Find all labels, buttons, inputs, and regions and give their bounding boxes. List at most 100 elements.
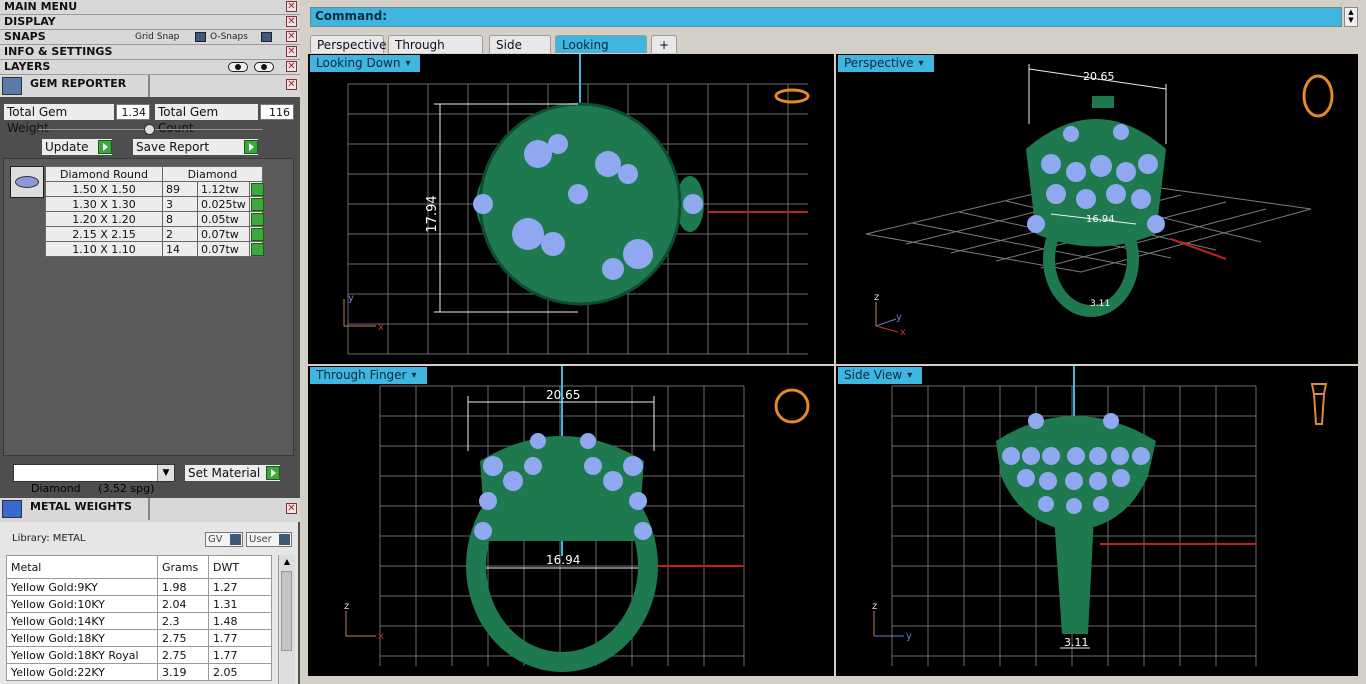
- update-label: Update: [45, 140, 89, 154]
- dimension-label: 17.94: [425, 195, 440, 232]
- menu-info-settings[interactable]: INFO & SETTINGS ✕: [0, 45, 300, 60]
- scroll-up-icon[interactable]: ▲: [279, 555, 295, 569]
- menu-display-label: DISPLAY: [4, 15, 56, 28]
- update-button[interactable]: Update: [42, 139, 112, 155]
- chevron-down-icon[interactable]: ▼: [157, 465, 174, 481]
- command-scroll[interactable]: ▲ ▼: [1344, 7, 1358, 27]
- menu-main[interactable]: MAIN MENU ✕: [0, 0, 300, 15]
- table-row[interactable]: Yellow Gold:14KY 2.3 1.48: [6, 612, 272, 630]
- user-toggle[interactable]: User: [246, 532, 292, 547]
- row-action-button[interactable]: [248, 211, 264, 227]
- toggle-icon: [230, 534, 241, 545]
- menu-display[interactable]: DISPLAY ✕: [0, 15, 300, 30]
- table-row[interactable]: Yellow Gold:18KY 2.75 1.77: [6, 629, 272, 647]
- metal-weights-header: METAL WEIGHTS ✕: [0, 498, 300, 522]
- close-icon[interactable]: ✕: [286, 503, 297, 514]
- dimension-label: 3.11: [1064, 636, 1089, 649]
- viewport-label-perspective[interactable]: Perspective: [838, 55, 934, 72]
- close-icon[interactable]: ✕: [286, 1, 297, 12]
- gem-material-header: Diamond: [162, 166, 263, 182]
- metal-weights-table: Metal Grams DWT Yellow Gold:9KY 1.98 1.27 …: [6, 555, 272, 681]
- set-material-button[interactable]: Set Material: [185, 465, 280, 481]
- total-gem-count-value: 116: [260, 104, 294, 120]
- tab-side-view[interactable]: Side View: [489, 35, 551, 70]
- table-row[interactable]: Yellow Gold:9KY 1.98 1.27: [6, 578, 272, 596]
- add-tab-button[interactable]: +: [651, 35, 677, 53]
- close-icon[interactable]: ✕: [286, 79, 297, 90]
- menu-layers-label: LAYERS: [4, 60, 51, 73]
- material-select[interactable]: Diamond (3.52 spg) ▼: [13, 464, 175, 495]
- save-report-button[interactable]: Save Report: [133, 139, 258, 155]
- side-view-scene: 3.11 z y: [872, 366, 1328, 666]
- eye-icon[interactable]: [254, 62, 274, 72]
- total-gem-weight-label: Total Gem Weight: [4, 104, 114, 135]
- scroll-up-icon[interactable]: ▲: [1345, 8, 1357, 16]
- menu-layers[interactable]: LAYERS ✕: [0, 60, 300, 75]
- row-action-button[interactable]: [248, 241, 264, 257]
- material-select-value: Diamond (3.52 spg): [31, 482, 155, 495]
- dimension-label: 3.11: [1090, 299, 1110, 309]
- table-row[interactable]: 1.50 X 1.50 89 1.12tw: [45, 181, 264, 197]
- table-row[interactable]: Yellow Gold:18KY Royal 2.75 1.77: [6, 646, 272, 664]
- scrollbar[interactable]: ▲: [278, 555, 295, 684]
- menu-snaps[interactable]: SNAPS Grid Snap O-Snaps ✕: [0, 30, 300, 45]
- scrollbar-thumb[interactable]: [281, 571, 292, 651]
- gv-label: GV: [208, 534, 223, 545]
- ring-orientation-icon: [1302, 74, 1334, 118]
- viewport-label-looking-down[interactable]: Looking Down: [310, 55, 421, 72]
- ring-orientation-icon: [774, 88, 810, 104]
- tab-looking-down[interactable]: Looking Down: [555, 35, 647, 70]
- close-icon[interactable]: ✕: [286, 31, 297, 42]
- table-row[interactable]: Yellow Gold:10KY 2.04 1.31: [6, 595, 272, 613]
- viewport-through-finger[interactable]: 20.65 16.94 z x Through Finger: [308, 366, 834, 676]
- o-snaps-toggle-icon[interactable]: [261, 32, 272, 42]
- axis-z-label: z: [872, 601, 877, 612]
- library-label: Library: METAL: [12, 533, 86, 544]
- axis-y-label: y: [896, 312, 902, 323]
- row-action-button[interactable]: [248, 181, 264, 197]
- ring-orientation-icon: [1310, 383, 1328, 425]
- ring-orientation-icon: [774, 388, 810, 424]
- table-row[interactable]: 1.30 X 1.30 3 0.025tw: [45, 196, 264, 212]
- scroll-down-icon[interactable]: ▼: [1345, 16, 1357, 24]
- metal-weights-title: METAL WEIGHTS: [30, 500, 132, 513]
- row-action-button[interactable]: [248, 196, 264, 212]
- row-action-button[interactable]: [248, 226, 264, 242]
- viewport-looking-down[interactable]: 17.94 y x Looking Down: [308, 54, 834, 364]
- tab-through-finger[interactable]: Through Finger: [388, 35, 483, 70]
- grams-column-header: Grams: [157, 555, 209, 579]
- table-row[interactable]: 1.20 X 1.20 8 0.05tw: [45, 211, 264, 227]
- gv-toggle[interactable]: GV: [205, 532, 243, 547]
- o-snaps-label: O-Snaps: [210, 32, 248, 42]
- metal-weights-icon: [2, 500, 22, 518]
- close-icon[interactable]: ✕: [286, 16, 297, 27]
- table-row[interactable]: 1.10 X 1.10 14 0.07tw: [45, 241, 264, 257]
- looking-down-scene: 17.94 y x: [343, 54, 810, 355]
- close-icon[interactable]: ✕: [286, 46, 297, 57]
- perspective-scene: 20.65 16.94 3.11 z y x: [865, 64, 1334, 338]
- main-area: Command: ▲ ▼ Perspective Through Finger …: [302, 0, 1366, 684]
- table-row[interactable]: 2.15 X 2.15 2 0.07tw: [45, 226, 264, 242]
- viewport-perspective[interactable]: 20.65 16.94 3.11 z y x Perspective: [836, 54, 1358, 364]
- viewport-side-view[interactable]: 3.11 z y Side View: [836, 366, 1358, 676]
- eye-closed-icon[interactable]: [228, 62, 248, 72]
- user-label: User: [249, 534, 272, 545]
- axis-x-label: x: [378, 322, 384, 333]
- toggle-icon: [279, 534, 290, 545]
- diamond-round-icon[interactable]: [10, 166, 44, 198]
- command-bar[interactable]: Command:: [310, 7, 1342, 27]
- play-icon: [98, 140, 112, 154]
- gem-reporter-icon: [2, 77, 22, 95]
- gem-reporter-header: GEM REPORTER ✕: [0, 75, 300, 97]
- dimension-label: 16.94: [546, 553, 580, 567]
- close-icon[interactable]: ✕: [286, 61, 297, 72]
- through-finger-scene: 20.65 16.94 z x: [344, 366, 810, 672]
- table-row[interactable]: Yellow Gold:22KY 3.19 2.05: [6, 663, 272, 681]
- viewport-label-through-finger[interactable]: Through Finger: [310, 367, 427, 384]
- tab-perspective[interactable]: Perspective: [310, 35, 387, 53]
- axis-z-label: z: [344, 601, 349, 612]
- collapse-icon[interactable]: [144, 124, 155, 135]
- grid-snap-toggle-icon[interactable]: [195, 32, 206, 42]
- command-label: Command:: [315, 9, 388, 23]
- viewport-label-side-view[interactable]: Side View: [838, 367, 923, 384]
